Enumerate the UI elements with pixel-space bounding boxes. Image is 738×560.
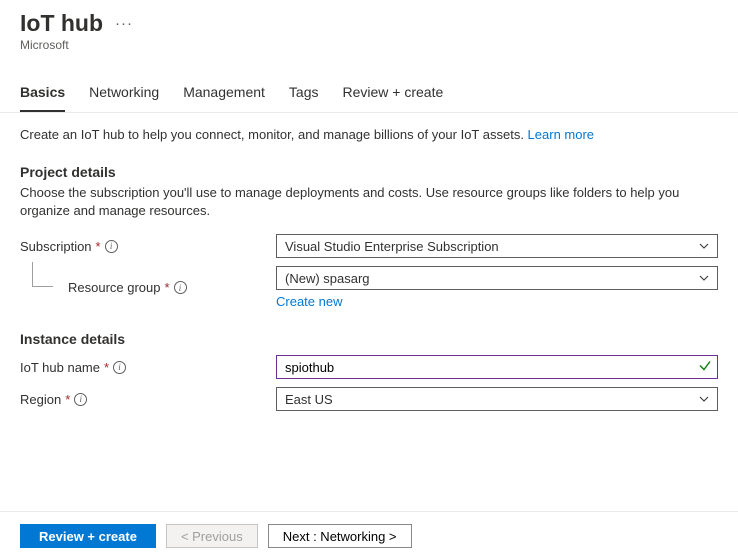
check-icon (698, 359, 712, 376)
intro-text: Create an IoT hub to help you connect, m… (20, 127, 718, 142)
info-icon[interactable]: i (113, 361, 126, 374)
tab-content: Create an IoT hub to help you connect, m… (0, 113, 738, 411)
footer-bar: Review + create < Previous Next : Networ… (0, 511, 738, 560)
section-instance-details-title: Instance details (20, 331, 718, 347)
required-indicator: * (165, 280, 170, 295)
subscription-value: Visual Studio Enterprise Subscription (285, 239, 499, 254)
chevron-down-icon (699, 273, 709, 283)
info-icon[interactable]: i (105, 240, 118, 253)
tab-management[interactable]: Management (183, 84, 265, 112)
required-indicator: * (65, 392, 70, 407)
subscription-label: Subscription (20, 239, 92, 254)
tab-review-create[interactable]: Review + create (342, 84, 443, 112)
iothub-name-row: IoT hub name * i (20, 355, 718, 379)
page-subtitle: Microsoft (20, 38, 718, 52)
section-project-details-desc: Choose the subscription you'll use to ma… (20, 184, 718, 220)
subscription-dropdown[interactable]: Visual Studio Enterprise Subscription (276, 234, 718, 258)
tab-bar: Basics Networking Management Tags Review… (0, 58, 738, 113)
region-dropdown[interactable]: East US (276, 387, 718, 411)
info-icon[interactable]: i (74, 393, 87, 406)
resource-group-dropdown[interactable]: (New) spasarg (276, 266, 718, 290)
required-indicator: * (96, 239, 101, 254)
page-header: IoT hub ··· Microsoft (0, 0, 738, 58)
create-new-link[interactable]: Create new (276, 294, 342, 309)
next-button[interactable]: Next : Networking > (268, 524, 412, 548)
intro-body: Create an IoT hub to help you connect, m… (20, 127, 528, 142)
review-create-button[interactable]: Review + create (20, 524, 156, 548)
more-menu-icon[interactable]: ··· (115, 15, 133, 32)
iothub-name-label: IoT hub name (20, 360, 100, 375)
resource-group-row: Resource group * i (New) spasarg Create … (20, 266, 718, 309)
info-icon[interactable]: i (174, 281, 187, 294)
previous-button: < Previous (166, 524, 258, 548)
chevron-down-icon (699, 394, 709, 404)
section-project-details-title: Project details (20, 164, 718, 180)
learn-more-link[interactable]: Learn more (528, 127, 594, 142)
tab-networking[interactable]: Networking (89, 84, 159, 112)
iothub-name-input[interactable] (276, 355, 718, 379)
resource-group-value: (New) spasarg (285, 271, 370, 286)
chevron-down-icon (699, 241, 709, 251)
resource-group-label: Resource group (68, 280, 161, 295)
tab-tags[interactable]: Tags (289, 84, 319, 112)
page-title: IoT hub (20, 10, 103, 37)
required-indicator: * (104, 360, 109, 375)
region-row: Region * i East US (20, 387, 718, 411)
subscription-row: Subscription * i Visual Studio Enterpris… (20, 234, 718, 258)
region-label: Region (20, 392, 61, 407)
region-value: East US (285, 392, 333, 407)
tab-basics[interactable]: Basics (20, 84, 65, 112)
